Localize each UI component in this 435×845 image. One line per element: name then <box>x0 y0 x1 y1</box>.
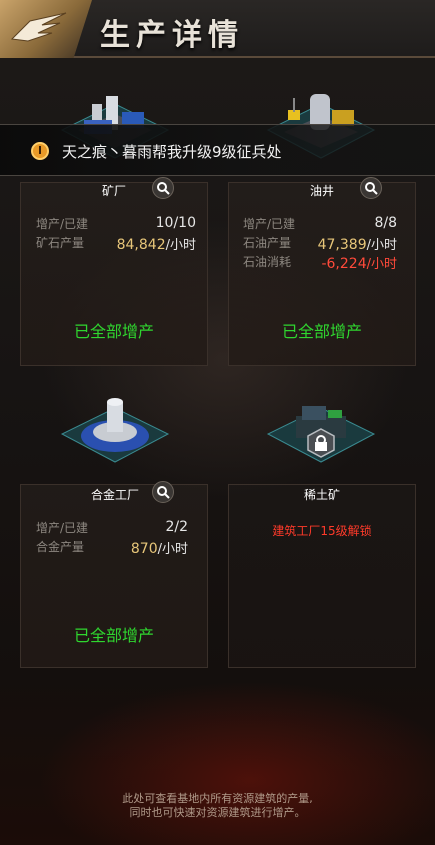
alert-icon <box>31 142 49 160</box>
ore-mine-stat-output: 矿石产量 84,842/小时 <box>36 234 196 253</box>
magnifier-icon <box>157 182 170 195</box>
magnifier-icon <box>157 486 170 499</box>
stat-value: -6,224 <box>321 256 367 272</box>
oil-well-status: 已全部增产 <box>281 322 362 341</box>
stat-value-group: 870/小时 <box>131 538 188 557</box>
stat-value: 84,842 <box>116 237 166 253</box>
stat-unit: /小时 <box>366 257 397 272</box>
card-rare-earth-mine <box>228 484 416 668</box>
stat-label: 石油产量 <box>243 236 292 250</box>
stat-label: 石油消耗 <box>243 255 292 269</box>
footer-hint-line-1: 此处可查看基地内所有资源建筑的产量, <box>122 792 313 805</box>
stat-value-group: 47,389/小时 <box>318 234 397 253</box>
alloy-factory-name: 合金工厂 <box>90 488 139 502</box>
alloy-factory-building-image[interactable] <box>60 392 170 476</box>
ore-mine-search-button[interactable] <box>152 177 174 199</box>
oil-well-stat-built: 增产/已建 8/8 <box>243 215 397 233</box>
stat-label: 增产/已建 <box>36 217 89 231</box>
oil-well-name: 油井 <box>309 184 334 198</box>
ore-mine-name: 矿厂 <box>101 184 126 198</box>
stat-value: 10/10 <box>155 215 196 231</box>
stat-unit: /小时 <box>366 238 397 253</box>
notification-text: 天之痕丶暮雨帮我升级9级征兵处 <box>62 143 282 161</box>
stat-unit: /小时 <box>157 542 188 557</box>
lock-icon <box>306 428 336 458</box>
alloy-factory-status: 已全部增产 <box>73 626 154 645</box>
alloy-factory-stat-output: 合金产量 870/小时 <box>36 538 188 557</box>
footer-hint-line-2: 同时也可快速对资源建筑进行增产。 <box>129 806 306 819</box>
eagle-icon <box>10 12 67 42</box>
magnifier-icon <box>365 182 378 195</box>
stat-unit: /小时 <box>165 238 196 253</box>
alloy-factory-stat-built: 增产/已建 2/2 <box>36 519 188 537</box>
stat-value: 8/8 <box>374 215 397 231</box>
stat-value-group: 84,842/小时 <box>117 234 196 253</box>
stat-value: 870 <box>130 541 158 557</box>
stat-value-group: -6,224/小时 <box>321 253 397 272</box>
stat-value: 47,389 <box>317 237 367 253</box>
page-title: 生产详情 <box>100 18 244 53</box>
ore-mine-stat-built: 增产/已建 10/10 <box>36 215 196 233</box>
back-button[interactable] <box>0 0 92 58</box>
alloy-factory-search-button[interactable] <box>152 481 174 503</box>
oil-well-search-button[interactable] <box>360 177 382 199</box>
ore-mine-status: 已全部增产 <box>73 322 154 341</box>
stat-label: 矿石产量 <box>36 236 85 250</box>
oil-well-stat-output: 石油产量 47,389/小时 <box>243 234 397 253</box>
oil-well-stat-consumption: 石油消耗 -6,224/小时 <box>243 253 397 272</box>
stat-value: 2/2 <box>165 519 188 535</box>
rare-earth-unlock-hint: 建筑工厂15级解锁 <box>272 524 372 538</box>
rare-earth-name: 稀土矿 <box>303 488 340 502</box>
stat-label: 合金产量 <box>36 540 85 554</box>
stat-label: 增产/已建 <box>243 217 296 231</box>
notification-banner[interactable]: 天之痕丶暮雨帮我升级9级征兵处 <box>0 124 435 176</box>
stat-label: 增产/已建 <box>36 521 89 535</box>
header-bar: 生产详情 <box>0 0 435 58</box>
